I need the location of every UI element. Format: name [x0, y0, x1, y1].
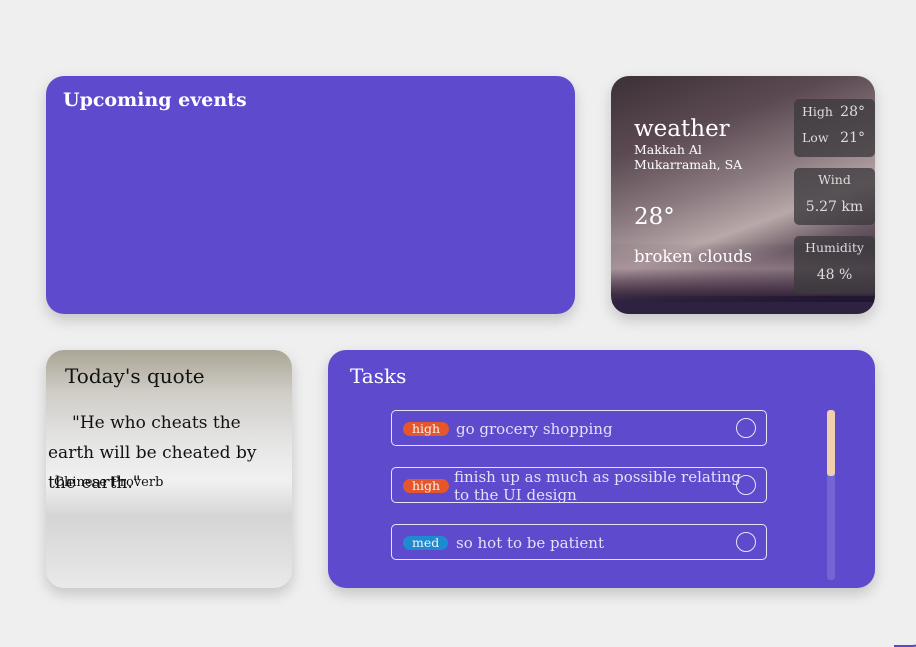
priority-badge: med: [403, 536, 449, 550]
task-item[interactable]: high finish up as much as possible relat…: [391, 467, 767, 504]
task-item[interactable]: med so hot to be patient: [391, 524, 767, 560]
task-text: finish up as much as possible relating t…: [454, 468, 741, 504]
wind-value: 5.27 km: [805, 199, 864, 215]
wind-label: Wind: [818, 172, 851, 187]
task-text: go grocery shopping: [456, 420, 613, 438]
low-label: Low: [802, 130, 829, 145]
window-border: [894, 0, 916, 647]
low-value: 21°: [840, 130, 865, 146]
upcoming-events-card: Upcoming events: [46, 76, 575, 314]
humidity-value: 48 %: [816, 267, 853, 283]
weather-description: broken clouds: [634, 247, 753, 266]
humidity-label: Humidity: [805, 240, 864, 255]
tasks-title: Tasks: [350, 364, 407, 388]
task-complete-checkbox[interactable]: [736, 532, 756, 552]
quote-card: Today's quote "He who cheats the earth w…: [46, 350, 292, 588]
weather-location: Makkah Al Mukarramah, SA: [634, 142, 743, 172]
weather-title: weather: [634, 116, 730, 142]
weather-card: weather Makkah Al Mukarramah, SA 28° bro…: [611, 76, 875, 314]
task-complete-checkbox[interactable]: [736, 418, 756, 438]
weather-background-sea: [611, 302, 875, 314]
task-text: so hot to be patient: [456, 534, 604, 552]
humidity-box: Humidity 48 %: [794, 236, 875, 294]
high-low-box: High 28° Low 21°: [794, 99, 875, 157]
quote-title: Today's quote: [65, 364, 205, 388]
high-label: High: [802, 104, 833, 119]
tasks-card: Tasks high go grocery shopping high fini…: [328, 350, 875, 588]
scrollbar-thumb[interactable]: [827, 410, 835, 476]
task-complete-checkbox[interactable]: [736, 475, 756, 495]
priority-badge: high: [403, 479, 450, 493]
task-item[interactable]: high go grocery shopping: [391, 410, 767, 446]
priority-badge: high: [403, 422, 450, 436]
events-title: Upcoming events: [63, 89, 247, 111]
tasks-scrollbar[interactable]: [827, 410, 835, 580]
high-value: 28°: [840, 104, 865, 120]
wind-box: Wind 5.27 km: [794, 168, 875, 225]
quote-author: Chinese Proverb: [54, 475, 164, 490]
weather-temperature: 28°: [634, 204, 675, 230]
